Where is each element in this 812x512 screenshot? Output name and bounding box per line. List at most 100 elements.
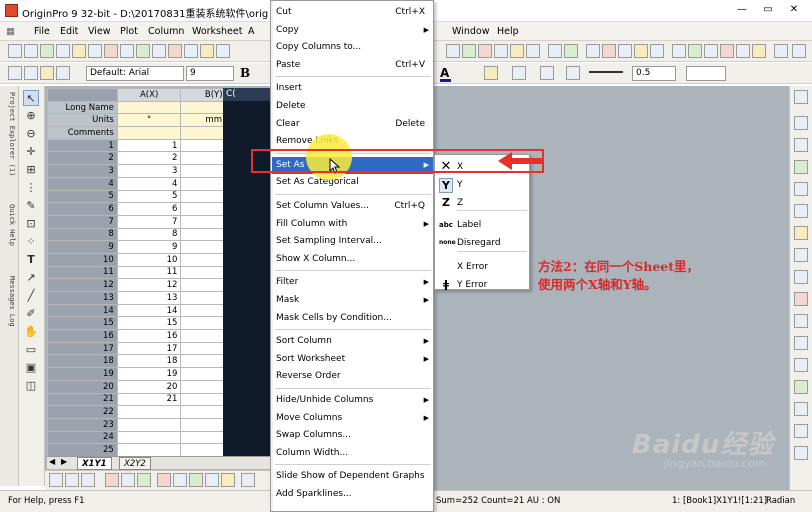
cell-a[interactable] <box>116 443 182 457</box>
hand-tool-icon[interactable]: ✋ <box>23 324 39 340</box>
help-icon[interactable] <box>792 44 806 58</box>
data-selector-icon[interactable]: ⋮ <box>23 180 39 196</box>
code-builder-icon[interactable] <box>168 44 182 58</box>
layer-icon-2[interactable] <box>618 44 632 58</box>
statistics-icon[interactable] <box>688 44 702 58</box>
menu-item-filter[interactable]: Filter ▶ <box>272 274 433 291</box>
comments-a[interactable] <box>116 126 182 140</box>
line-width-select[interactable]: 0.5 <box>632 66 676 81</box>
tab-scroll-left-icon[interactable]: ◀ <box>49 457 55 466</box>
menu-item-show-x-column[interactable]: Show X Column... <box>272 251 433 268</box>
graph-object-icon[interactable]: ▣ <box>23 360 39 376</box>
cell-a[interactable]: 12 <box>116 278 182 292</box>
set-as-x-error[interactable]: X Error <box>435 258 530 276</box>
row-number[interactable]: 9 <box>47 240 118 254</box>
scatter-plot-icon[interactable] <box>65 473 79 487</box>
layer-icon-3[interactable] <box>634 44 648 58</box>
arrow-tool-icon[interactable]: ↗ <box>23 270 39 286</box>
add-column-icon[interactable] <box>672 44 686 58</box>
style-icon-2[interactable] <box>24 66 38 80</box>
multi-panel-icon[interactable] <box>173 473 187 487</box>
worksheet-table[interactable]: A(X) B(Y) Long Name Units ° mm Comments … <box>47 88 247 457</box>
row-number[interactable]: 10 <box>47 252 118 267</box>
cell-a[interactable] <box>116 430 182 445</box>
set-as-y-error[interactable]: ǂ Y Error <box>435 276 530 294</box>
menu-item-cut[interactable]: Cut Ctrl+X <box>272 4 433 21</box>
row-number[interactable]: 17 <box>47 341 118 356</box>
menu-item-set-as-categorical[interactable]: Set As Categorical <box>272 174 433 191</box>
menu-item-mask-cells-by-condition[interactable]: Mask Cells by Condition... <box>272 310 433 327</box>
column-plot-icon[interactable] <box>105 473 119 487</box>
new-project-icon[interactable] <box>8 44 22 58</box>
right-tool-icon-4[interactable] <box>794 160 808 174</box>
cell-a[interactable]: 17 <box>116 341 182 356</box>
bold-button[interactable]: B <box>240 66 250 80</box>
style-icon-4[interactable] <box>56 66 70 80</box>
set-as-disregard[interactable]: none Disregard <box>435 234 530 252</box>
merge-graph-icon[interactable] <box>494 44 508 58</box>
right-tool-icon-10[interactable] <box>794 292 808 306</box>
messages-log-tab[interactable]: Messages Log <box>2 276 16 327</box>
cell-a[interactable]: 21 <box>116 392 182 407</box>
right-tool-icon-12[interactable] <box>794 336 808 350</box>
results-log-icon[interactable] <box>184 44 198 58</box>
right-tool-icon-6[interactable] <box>794 204 808 218</box>
menu-plot[interactable]: Plot <box>120 26 138 37</box>
font-size-select[interactable]: 9 <box>186 66 234 81</box>
pie-plot-icon[interactable] <box>157 473 171 487</box>
new-graph-icon[interactable] <box>40 44 54 58</box>
row-number[interactable]: 3 <box>47 164 118 178</box>
row-number[interactable]: 6 <box>47 202 118 216</box>
sum-icon[interactable] <box>704 44 718 58</box>
menu-window[interactable]: Window <box>452 26 489 37</box>
cell-a[interactable]: 1 <box>116 138 182 153</box>
set-as-z[interactable]: ZZ <box>435 194 530 212</box>
data-reader-icon[interactable]: ⊞ <box>23 162 39 178</box>
menu-item-copy-columns-to[interactable]: Copy Columns to... <box>272 39 433 56</box>
open-icon[interactable] <box>72 44 86 58</box>
template-icon[interactable] <box>241 473 255 487</box>
color-scale-icon[interactable] <box>564 44 578 58</box>
menu-analysis[interactable]: A <box>248 26 255 37</box>
line-tool-icon[interactable]: ╱ <box>23 288 39 304</box>
cell-a[interactable]: 16 <box>116 329 182 343</box>
row-number[interactable]: 19 <box>47 367 118 381</box>
minimize-button[interactable]: — <box>730 3 754 17</box>
menu-item-move-columns[interactable]: Move Columns ▶ <box>272 410 433 427</box>
menu-item-column-width[interactable]: Column Width... <box>272 445 433 462</box>
row-number[interactable]: 20 <box>47 379 118 394</box>
close-button[interactable]: ✕ <box>782 3 806 17</box>
cell-a[interactable]: 19 <box>116 367 182 381</box>
row-number[interactable]: 2 <box>47 151 118 166</box>
selected-column-c[interactable]: C( <box>223 88 273 456</box>
menu-item-add-sparklines[interactable]: Add Sparklines... <box>272 486 433 503</box>
menu-file[interactable]: File <box>34 26 50 37</box>
right-tool-icon-3[interactable] <box>794 138 808 152</box>
region-icon[interactable]: ◫ <box>23 378 39 394</box>
style-icon-1[interactable] <box>8 66 22 80</box>
row-number[interactable]: 24 <box>47 430 118 445</box>
menu-item-sort-worksheet[interactable]: Sort Worksheet ▶ <box>272 351 433 368</box>
menu-item-set-sampling-interval[interactable]: Set Sampling Interval... <box>272 233 433 250</box>
save-icon[interactable] <box>88 44 102 58</box>
right-tool-icon-9[interactable] <box>794 270 808 284</box>
cell-a[interactable]: 5 <box>116 189 182 204</box>
project-explorer-icon[interactable] <box>216 44 230 58</box>
cell-a[interactable]: 4 <box>116 176 182 191</box>
cell-a[interactable]: 18 <box>116 354 182 369</box>
menu-item-delete[interactable]: Delete <box>272 98 433 115</box>
right-tool-icon-1[interactable] <box>794 90 808 104</box>
right-tool-icon-14[interactable] <box>794 380 808 394</box>
menu-item-copy[interactable]: Copy ▶ <box>272 22 433 39</box>
menu-edit[interactable]: Edit <box>60 26 78 37</box>
row-number[interactable]: 16 <box>47 329 118 343</box>
zoom-icon[interactable] <box>446 44 460 58</box>
menu-item-swap-columns[interactable]: Swap Columns... <box>272 427 433 444</box>
cell-a[interactable]: 13 <box>116 291 182 305</box>
row-number[interactable]: 22 <box>47 405 118 419</box>
right-tool-icon-7[interactable] <box>794 226 808 240</box>
menu-item-set-column-values[interactable]: Set Column Values... Ctrl+Q <box>272 198 433 215</box>
fill-color-icon[interactable] <box>484 66 498 80</box>
cell-a[interactable]: 9 <box>116 240 182 254</box>
row-number[interactable]: 23 <box>47 417 118 432</box>
